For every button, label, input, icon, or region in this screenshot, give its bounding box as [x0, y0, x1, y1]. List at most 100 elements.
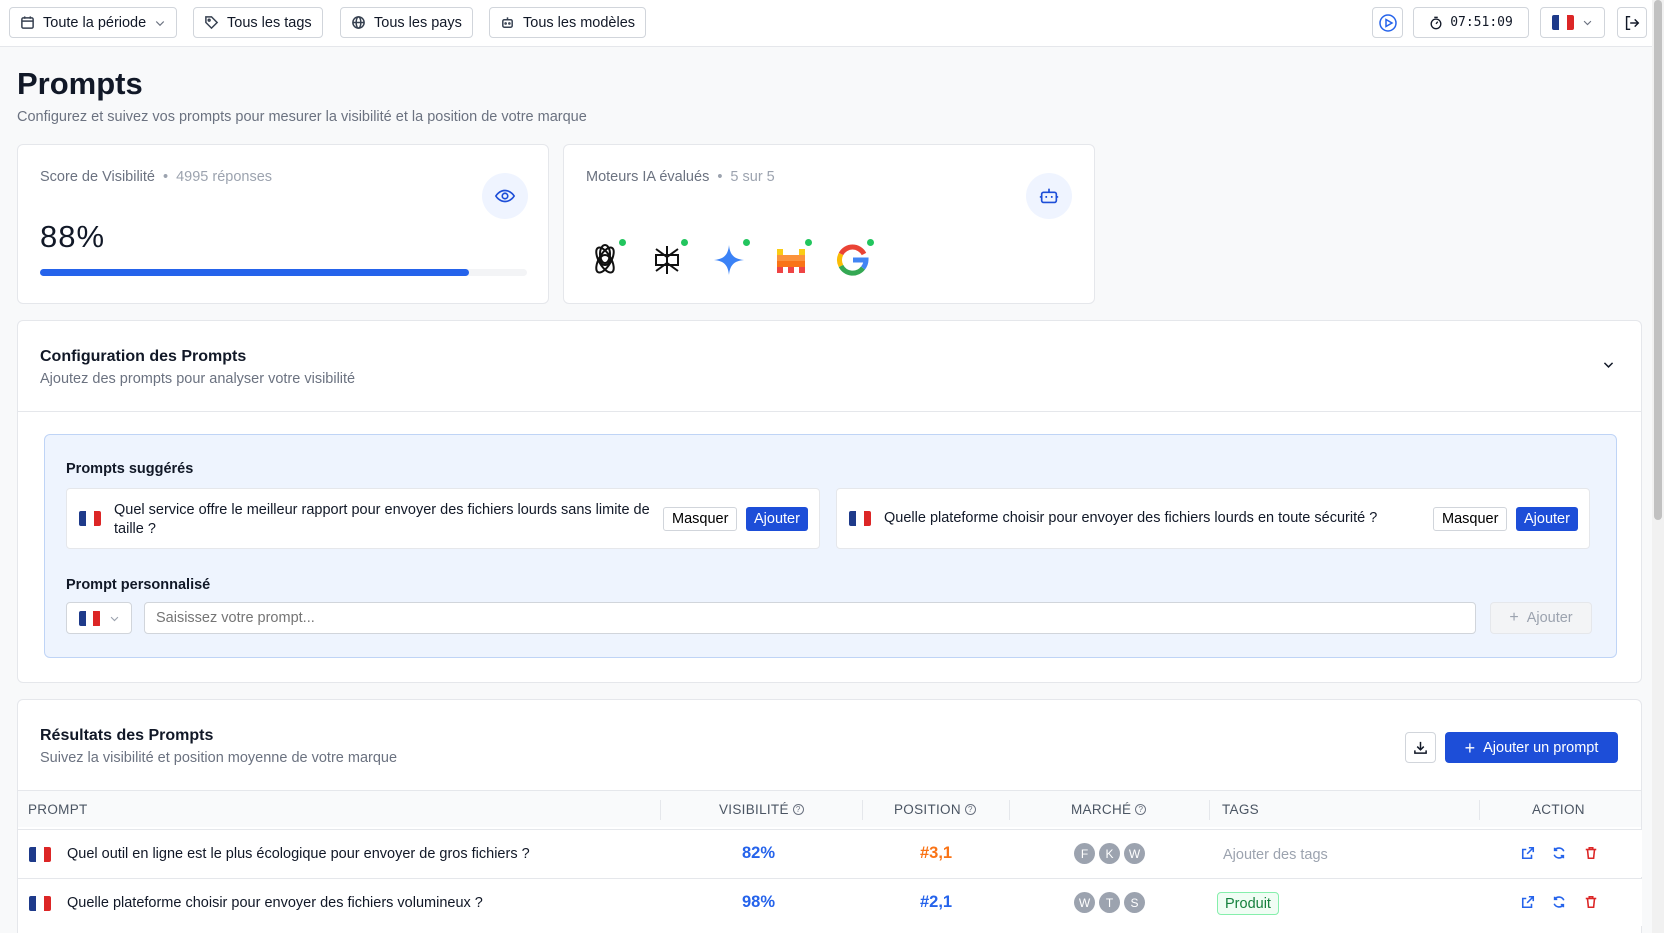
add-tags-link[interactable]: Ajouter des tags — [1223, 847, 1328, 863]
france-flag-icon — [79, 511, 101, 526]
france-flag-icon — [29, 847, 51, 862]
mistral-icon — [774, 239, 812, 277]
column-market[interactable]: MARCHÉ? — [1071, 802, 1147, 817]
table-row[interactable]: Quel outil en ligne est le plus écologiq… — [18, 829, 1642, 877]
config-subtitle: Ajoutez des prompts pour analyser votre … — [40, 371, 356, 387]
market-avatar: W — [1074, 892, 1095, 913]
column-visibility[interactable]: VISIBILITÉ? — [719, 802, 804, 817]
position-value: #3,1 — [920, 844, 953, 862]
logout-button[interactable] — [1617, 7, 1647, 38]
download-icon — [1414, 741, 1427, 754]
column-position[interactable]: POSITION? — [894, 802, 976, 817]
visibility-badge — [482, 173, 528, 219]
calendar-icon — [21, 16, 34, 29]
plus-icon: + — [1464, 737, 1476, 758]
refresh-icon[interactable] — [1552, 895, 1566, 912]
top-bar: Toute la période Tous les tags Tous les … — [0, 0, 1652, 47]
countries-filter[interactable]: Tous les pays — [340, 7, 473, 38]
help-icon[interactable]: ? — [964, 804, 976, 815]
help-icon[interactable]: ? — [792, 804, 804, 815]
market-avatar: W — [1124, 843, 1145, 864]
timer-display[interactable]: 07:51:09 — [1413, 7, 1529, 38]
tag-icon — [205, 16, 219, 30]
page-scrollbar[interactable] — [1652, 0, 1664, 933]
custom-prompt-add-label: Ajouter — [1526, 610, 1573, 626]
custom-prompt-title: Prompt personnalisé — [66, 577, 211, 593]
add-suggestion-button[interactable]: Ajouter — [1516, 507, 1578, 531]
add-prompt-button[interactable]: + Ajouter un prompt — [1445, 732, 1618, 763]
column-tags: TAGS — [1222, 802, 1259, 817]
openai-icon — [588, 239, 626, 277]
chevron-down-icon — [1583, 20, 1592, 26]
ai-engines-label: Moteurs IA évalués — [586, 169, 710, 185]
play-button[interactable] — [1372, 7, 1403, 38]
hide-suggestion-button[interactable]: Masquer — [1433, 507, 1508, 531]
prompt-country-select[interactable] — [66, 602, 132, 634]
ai-engines-card: Moteurs IA évalués • 5 sur 5 — [563, 144, 1095, 304]
eye-icon — [494, 189, 516, 203]
bot-icon — [502, 17, 513, 28]
models-filter[interactable]: Tous les modèles — [489, 7, 647, 38]
refresh-icon[interactable] — [1552, 846, 1566, 863]
market-avatar: F — [1074, 843, 1095, 864]
logout-icon — [1625, 15, 1640, 30]
suggestion-text: Quelle plateforme choisir pour envoyer d… — [884, 510, 1378, 526]
perplexity-icon — [650, 239, 688, 277]
page-subtitle: Configurez et suivez vos prompts pour me… — [17, 109, 587, 125]
hide-suggestion-button[interactable]: Masquer — [663, 507, 738, 531]
add-prompt-label: Ajouter un prompt — [1483, 739, 1599, 756]
trash-icon[interactable] — [1584, 846, 1598, 863]
results-subtitle: Suivez la visibilité et position moyenne… — [40, 750, 398, 766]
column-prompt[interactable]: PROMPT — [28, 802, 88, 817]
help-icon[interactable]: ? — [1135, 804, 1147, 815]
prompt-text[interactable]: Quelle plateforme choisir pour envoyer d… — [67, 895, 483, 911]
prompt-configuration-panel: Configuration des Prompts Ajoutez des pr… — [17, 320, 1642, 683]
period-filter-label: Toute la période — [43, 14, 147, 31]
trash-icon[interactable] — [1584, 895, 1598, 912]
tag-badge[interactable]: Produit — [1217, 892, 1279, 915]
visibility-score-value: 88% — [40, 219, 106, 254]
page-title: Prompts — [17, 66, 143, 101]
results-table-header — [18, 790, 1641, 827]
add-suggestion-button[interactable]: Ajouter — [746, 507, 808, 531]
custom-prompt-add-button[interactable]: + Ajouter — [1490, 602, 1592, 634]
stopwatch-icon — [1430, 16, 1442, 29]
prompt-text[interactable]: Quel outil en ligne est le plus écologiq… — [67, 846, 530, 862]
open-external-icon[interactable] — [1521, 846, 1535, 863]
timer-value: 07:51:09 — [1450, 15, 1513, 30]
tags-filter-label: Tous les tags — [227, 14, 312, 31]
language-select[interactable] — [1540, 7, 1605, 38]
france-flag-icon — [849, 511, 871, 526]
custom-prompt-input[interactable] — [144, 602, 1476, 634]
collapse-chevron-icon[interactable] — [1602, 358, 1615, 371]
plus-icon: + — [1509, 609, 1519, 626]
gemini-icon — [712, 239, 750, 277]
chevron-down-icon — [156, 20, 165, 26]
france-flag-icon — [78, 610, 101, 626]
visibility-score-card: Score de Visibilité • 4995 réponses 88% — [17, 144, 549, 304]
suggested-prompts-title: Prompts suggérés — [66, 461, 194, 477]
tags-filter[interactable]: Tous les tags — [193, 7, 323, 38]
suggestion-text: Quel service offre le meilleur rapport p… — [114, 502, 650, 537]
visibility-value: 98% — [742, 893, 776, 911]
countries-filter-label: Tous les pays — [374, 14, 462, 31]
visibility-progress-bar — [40, 269, 527, 276]
engines-badge — [1026, 173, 1072, 219]
france-flag-icon — [1552, 15, 1574, 30]
france-flag-icon — [29, 896, 51, 911]
google-icon — [836, 239, 874, 277]
prompt-suggestions-box: Prompts suggérés Quel service offre le m… — [44, 434, 1617, 658]
chevron-down-icon — [110, 616, 118, 621]
table-row[interactable]: Quelle plateforme choisir pour envoyer d… — [18, 878, 1642, 926]
column-action: ACTION — [1532, 802, 1585, 817]
download-button[interactable] — [1405, 732, 1436, 763]
suggestion-card: Quel service offre le meilleur rapport p… — [66, 488, 820, 549]
suggestion-card: Quelle plateforme choisir pour envoyer d… — [836, 488, 1590, 549]
open-external-icon[interactable] — [1521, 895, 1535, 912]
position-value: #2,1 — [920, 893, 953, 911]
ai-engines-count: 5 sur 5 — [730, 169, 775, 185]
globe-icon — [352, 16, 365, 29]
market-avatar: S — [1124, 892, 1145, 913]
period-filter[interactable]: Toute la période — [9, 7, 178, 38]
market-avatar: T — [1099, 892, 1120, 913]
